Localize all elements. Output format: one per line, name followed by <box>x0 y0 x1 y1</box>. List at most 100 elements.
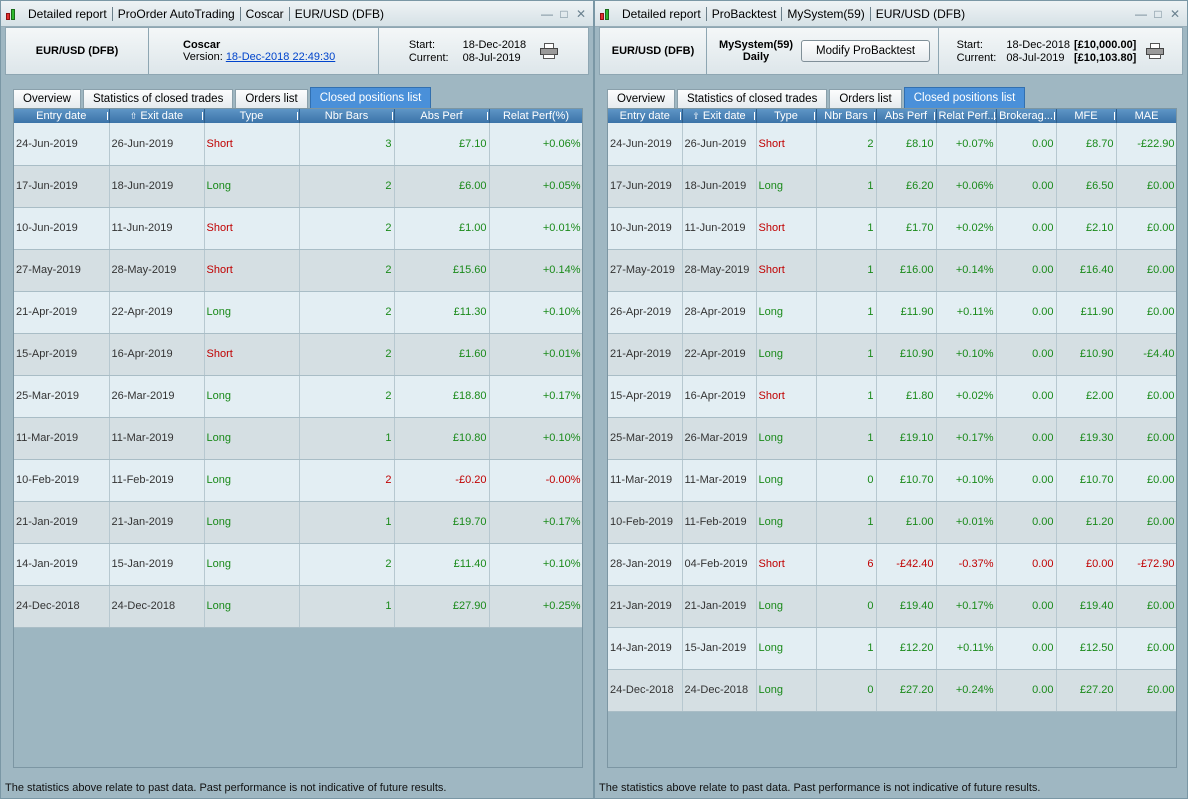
table-row[interactable]: 14-Jan-2019 15-Jan-2019 Long 1 £12.20 +0.11% 0… <box>608 627 1176 670</box>
table-row[interactable]: 15-Apr-2019 16-Apr-2019 Short 1 £1.80 +0.02% 0… <box>608 375 1176 418</box>
table-cell: 10-Jun-2019 <box>608 207 683 250</box>
tab-statistics[interactable]: Statistics of closed trades <box>676 89 828 108</box>
table-cell: £10.90 <box>1056 333 1117 376</box>
table-row[interactable]: 28-Jan-2019 04-Feb-2019 Short 6 -£42.40 -0.37… <box>608 543 1176 586</box>
col-brokerage[interactable]: Brokerag... <box>996 109 1057 123</box>
table-row[interactable]: 15-Apr-2019 16-Apr-2019 Short 2 £1.60 +0.01% <box>14 333 582 376</box>
title-bar[interactable]: Detailed report ProOrder AutoTrading Cos… <box>1 1 593 27</box>
table-cell: +0.01% <box>936 501 997 544</box>
col-exit-date[interactable]: ⇧ Exit date <box>682 109 757 123</box>
tab-overview[interactable]: Overview <box>607 89 675 108</box>
current-label: Current: <box>408 51 449 64</box>
table-row[interactable]: 21-Apr-2019 22-Apr-2019 Long 2 £11.30 +0.10% <box>14 291 582 334</box>
table-row[interactable]: 21-Jan-2019 21-Jan-2019 Long 1 £19.70 +0.17% <box>14 501 582 544</box>
table-row[interactable]: 21-Apr-2019 22-Apr-2019 Long 1 £10.90 +0.10% 0… <box>608 333 1176 376</box>
col-relat-perf[interactable]: Relat Perf... <box>936 109 997 123</box>
table-row[interactable]: 27-May-2019 28-May-2019 Short 2 £15.60 +0.14% <box>14 249 582 292</box>
col-type[interactable]: Type <box>204 109 300 123</box>
title-bar[interactable]: Detailed report ProBacktest MySystem(59)… <box>595 1 1187 27</box>
table-row[interactable]: 24-Jun-2019 26-Jun-2019 Short 2 £8.10 +0.07% 0… <box>608 123 1176 166</box>
table-cell: +0.14% <box>489 249 582 292</box>
table-cell: £1.00 <box>876 501 937 544</box>
table-row[interactable]: 26-Apr-2019 28-Apr-2019 Long 1 £11.90 +0.11% 0… <box>608 291 1176 334</box>
table-row[interactable]: 24-Dec-2018 24-Dec-2018 Long 0 £27.20 +0.24% 0… <box>608 669 1176 712</box>
table-cell: Long <box>204 459 300 502</box>
table-cell: 11-Feb-2019 <box>682 501 757 544</box>
tab-closed-positions[interactable]: Closed positions list <box>309 87 432 108</box>
col-abs-perf[interactable]: Abs Perf <box>876 109 937 123</box>
table-row[interactable]: 25-Mar-2019 26-Mar-2019 Long 2 £18.80 +0.17% <box>14 375 582 418</box>
minimize-icon[interactable]: — <box>1135 7 1147 21</box>
col-mae[interactable]: MAE <box>1116 109 1176 123</box>
table-row[interactable]: 10-Jun-2019 11-Jun-2019 Short 2 £1.00 +0.01% <box>14 207 582 250</box>
col-nbr-bars[interactable]: Nbr Bars <box>816 109 877 123</box>
table-row[interactable]: 24-Dec-2018 24-Dec-2018 Long 1 £27.90 +0.25% <box>14 585 582 628</box>
disclaimer-footer: The statistics above relate to past data… <box>5 782 447 794</box>
modify-probacktest-button[interactable]: Modify ProBacktest <box>800 40 931 62</box>
maximize-icon[interactable]: □ <box>1152 7 1164 21</box>
table-row[interactable]: 10-Feb-2019 11-Feb-2019 Long 2 -£0.20 -0.00% <box>14 459 582 502</box>
table-cell: 1 <box>816 333 877 376</box>
table-row[interactable]: 21-Jan-2019 21-Jan-2019 Long 0 £19.40 +0.17% 0… <box>608 585 1176 628</box>
col-abs-perf[interactable]: Abs Perf <box>394 109 490 123</box>
table-cell: -0.37% <box>936 543 997 586</box>
table-cell: £18.80 <box>394 375 490 418</box>
table-cell: 0.00 <box>996 123 1057 166</box>
tab-closed-positions[interactable]: Closed positions list <box>903 87 1026 108</box>
table-cell: 24-Jun-2019 <box>14 123 110 166</box>
title-segment: ProOrder AutoTrading <box>117 6 235 21</box>
table-cell: 2 <box>816 123 877 166</box>
table-cell: +0.01% <box>489 207 582 250</box>
tab-orders-list[interactable]: Orders list <box>829 89 902 108</box>
close-icon[interactable]: ✕ <box>575 7 587 21</box>
tab-statistics[interactable]: Statistics of closed trades <box>82 89 234 108</box>
col-mfe[interactable]: MFE <box>1056 109 1117 123</box>
table-cell: £19.10 <box>876 417 937 460</box>
table-row[interactable]: 27-May-2019 28-May-2019 Short 1 £16.00 +0.14%… <box>608 249 1176 292</box>
tab-bar: Overview Statistics of closed trades Ord… <box>13 87 433 108</box>
close-icon[interactable]: ✕ <box>1169 7 1181 21</box>
col-nbr-bars[interactable]: Nbr Bars <box>299 109 395 123</box>
printer-icon[interactable] <box>1146 43 1165 59</box>
table-cell: 2 <box>299 249 395 292</box>
table-cell: 27-May-2019 <box>14 249 110 292</box>
table-cell: Long <box>756 501 817 544</box>
table-cell: 22-Apr-2019 <box>109 291 205 334</box>
table-cell: £0.00 <box>1116 669 1176 712</box>
table-cell: 11-Feb-2019 <box>109 459 205 502</box>
table-row[interactable]: 14-Jan-2019 15-Jan-2019 Long 2 £11.40 +0.10% <box>14 543 582 586</box>
table-row[interactable]: 17-Jun-2019 18-Jun-2019 Long 1 £6.20 +0.06% 0.… <box>608 165 1176 208</box>
table-cell: £27.20 <box>876 669 937 712</box>
table-cell: £12.50 <box>1056 627 1117 670</box>
col-type[interactable]: Type <box>756 109 817 123</box>
table-row[interactable]: 10-Feb-2019 11-Feb-2019 Long 1 £1.00 +0.01% 0.… <box>608 501 1176 544</box>
start-value: 18-Dec-2018 <box>1006 38 1070 51</box>
title-segment: Detailed report <box>28 6 107 21</box>
tab-orders-list[interactable]: Orders list <box>235 89 308 108</box>
col-entry-date[interactable]: Entry date <box>14 109 110 123</box>
table-cell: 21-Apr-2019 <box>14 291 110 334</box>
table-cell: £0.00 <box>1116 165 1176 208</box>
table-row[interactable]: 11-Mar-2019 11-Mar-2019 Long 1 £10.80 +0.10% <box>14 417 582 460</box>
version-link[interactable]: 18-Dec-2018 22:49:30 <box>226 51 335 63</box>
title-segment: Coscar <box>245 6 284 21</box>
table-cell: 24-Dec-2018 <box>109 585 205 628</box>
table-row[interactable]: 10-Jun-2019 11-Jun-2019 Short 1 £1.70 +0.02% 0… <box>608 207 1176 250</box>
table-row[interactable]: 17-Jun-2019 18-Jun-2019 Long 2 £6.00 +0.05% <box>14 165 582 208</box>
col-entry-date[interactable]: Entry date <box>608 109 683 123</box>
table-row[interactable]: 24-Jun-2019 26-Jun-2019 Short 3 £7.10 +0.06% <box>14 123 582 166</box>
table-row[interactable]: 11-Mar-2019 11-Mar-2019 Long 0 £10.70 +0.10% 0… <box>608 459 1176 502</box>
maximize-icon[interactable]: □ <box>558 7 570 21</box>
col-exit-date[interactable]: ⇧ Exit date <box>109 109 205 123</box>
tab-overview[interactable]: Overview <box>13 89 81 108</box>
positions-table-area: Entry date ⇧ Exit date Type Nbr Bars Abs … <box>13 108 583 768</box>
table-cell: £11.90 <box>1056 291 1117 334</box>
col-relat-perf[interactable]: Relat Perf(%) <box>489 109 582 123</box>
table-cell: 28-May-2019 <box>682 249 757 292</box>
table-row[interactable]: 25-Mar-2019 26-Mar-2019 Long 1 £19.10 +0.17% 0… <box>608 417 1176 460</box>
table-cell: +0.01% <box>489 333 582 376</box>
table-cell: £8.10 <box>876 123 937 166</box>
minimize-icon[interactable]: — <box>541 7 553 21</box>
table-cell: 11-Mar-2019 <box>682 459 757 502</box>
printer-icon[interactable] <box>540 43 559 59</box>
